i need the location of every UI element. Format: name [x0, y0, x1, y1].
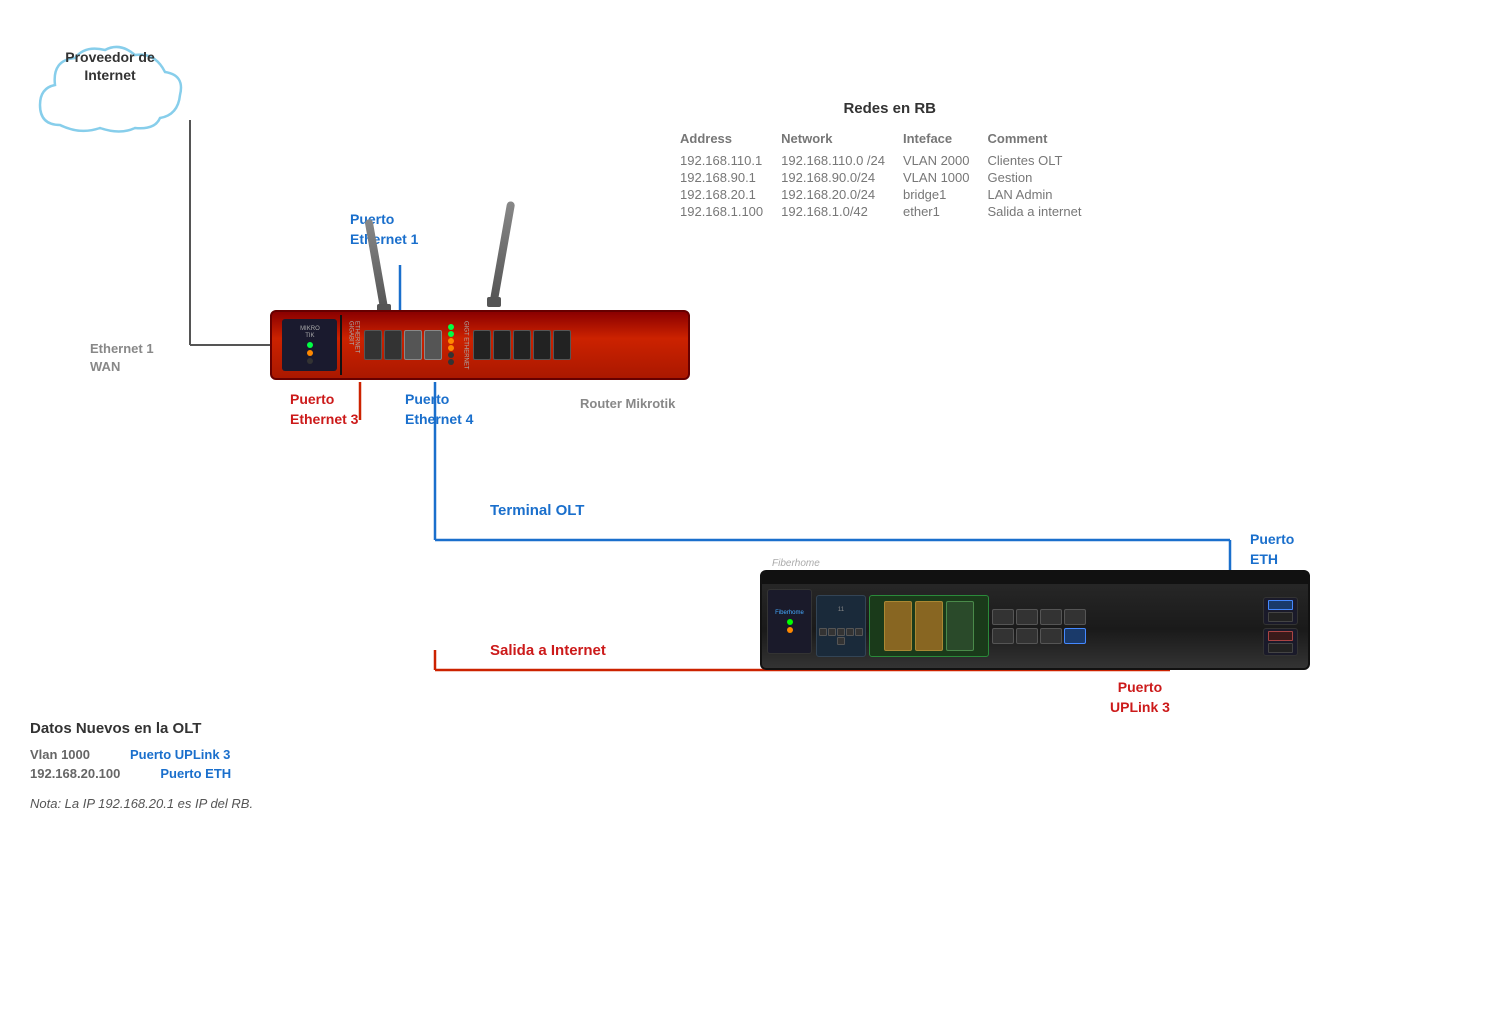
bottom-note: Nota: La IP 192.168.20.1 es IP del RB. [30, 796, 253, 811]
puerto-ethernet4-label: PuertoEthernet 4 [405, 390, 473, 429]
table-row: 192.168.110.1 192.168.110.0 /24 VLAN 200… [680, 152, 1099, 169]
cloud-label-line1: Proveedor de [65, 49, 154, 65]
cloud-label-line2: Internet [84, 67, 135, 83]
salida-internet-label: Salida a Internet [490, 640, 606, 661]
bottom-row-1: Vlan 1000 Puerto UPLink 3 [30, 747, 253, 762]
olt-brand: Fiberhome [772, 558, 820, 569]
olt-device: Fiberhome 11 [760, 570, 1310, 670]
antenna-right [490, 201, 515, 301]
terminal-olt-label: Terminal OLT [490, 500, 584, 521]
puerto-ethernet3-label: PuertoEthernet 3 [290, 390, 358, 429]
router-mikrotik: MIKROTIK GIGABIT ETHERNET GIG [270, 310, 690, 380]
table-row: 192.168.90.1 192.168.90.0/24 VLAN 1000 G… [680, 169, 1099, 186]
col-address: Address [680, 129, 781, 152]
col-network: Network [781, 129, 903, 152]
ethernet1-wan-label: Ethernet 1WAN [90, 340, 154, 376]
network-table-area: Redes en RB Address Network Inteface Com… [680, 100, 1099, 220]
table-title: Redes en RB [680, 100, 1099, 117]
router-label: Router Mikrotik [580, 395, 675, 413]
table-row: 192.168.20.1 192.168.20.0/24 bridge1 LAN… [680, 186, 1099, 203]
puerto-ethernet1-label: PuertoEthernet 1 [350, 210, 418, 249]
col-comment: Comment [988, 129, 1100, 152]
bottom-row-2: 192.168.20.100 Puerto ETH [30, 766, 253, 781]
network-table: Address Network Inteface Comment 192.168… [680, 129, 1099, 220]
col-interface: Inteface [903, 129, 988, 152]
table-row: 192.168.1.100 192.168.1.0/42 ether1 Sali… [680, 203, 1099, 220]
bottom-section-title: Datos Nuevos en la OLT [30, 720, 253, 737]
ip-address-label: 192.168.20.100 [30, 766, 120, 781]
puerto-eth-data: Puerto ETH [160, 766, 231, 781]
antenna-base-right [487, 297, 501, 307]
vlan-label: Vlan 1000 [30, 747, 90, 762]
cloud-label: Proveedor de Internet [30, 48, 190, 84]
puerto-eth-label: PuertoETH [1250, 530, 1294, 569]
puerto-uplink3-data: Puerto UPLink 3 [130, 747, 230, 762]
bottom-data-section: Datos Nuevos en la OLT Vlan 1000 Puerto … [30, 720, 253, 811]
diagram-container: Proveedor de Internet Ethernet 1WAN Puer… [0, 0, 1500, 1031]
puerto-uplink3-label: PuertoUPLink 3 [1110, 678, 1170, 717]
